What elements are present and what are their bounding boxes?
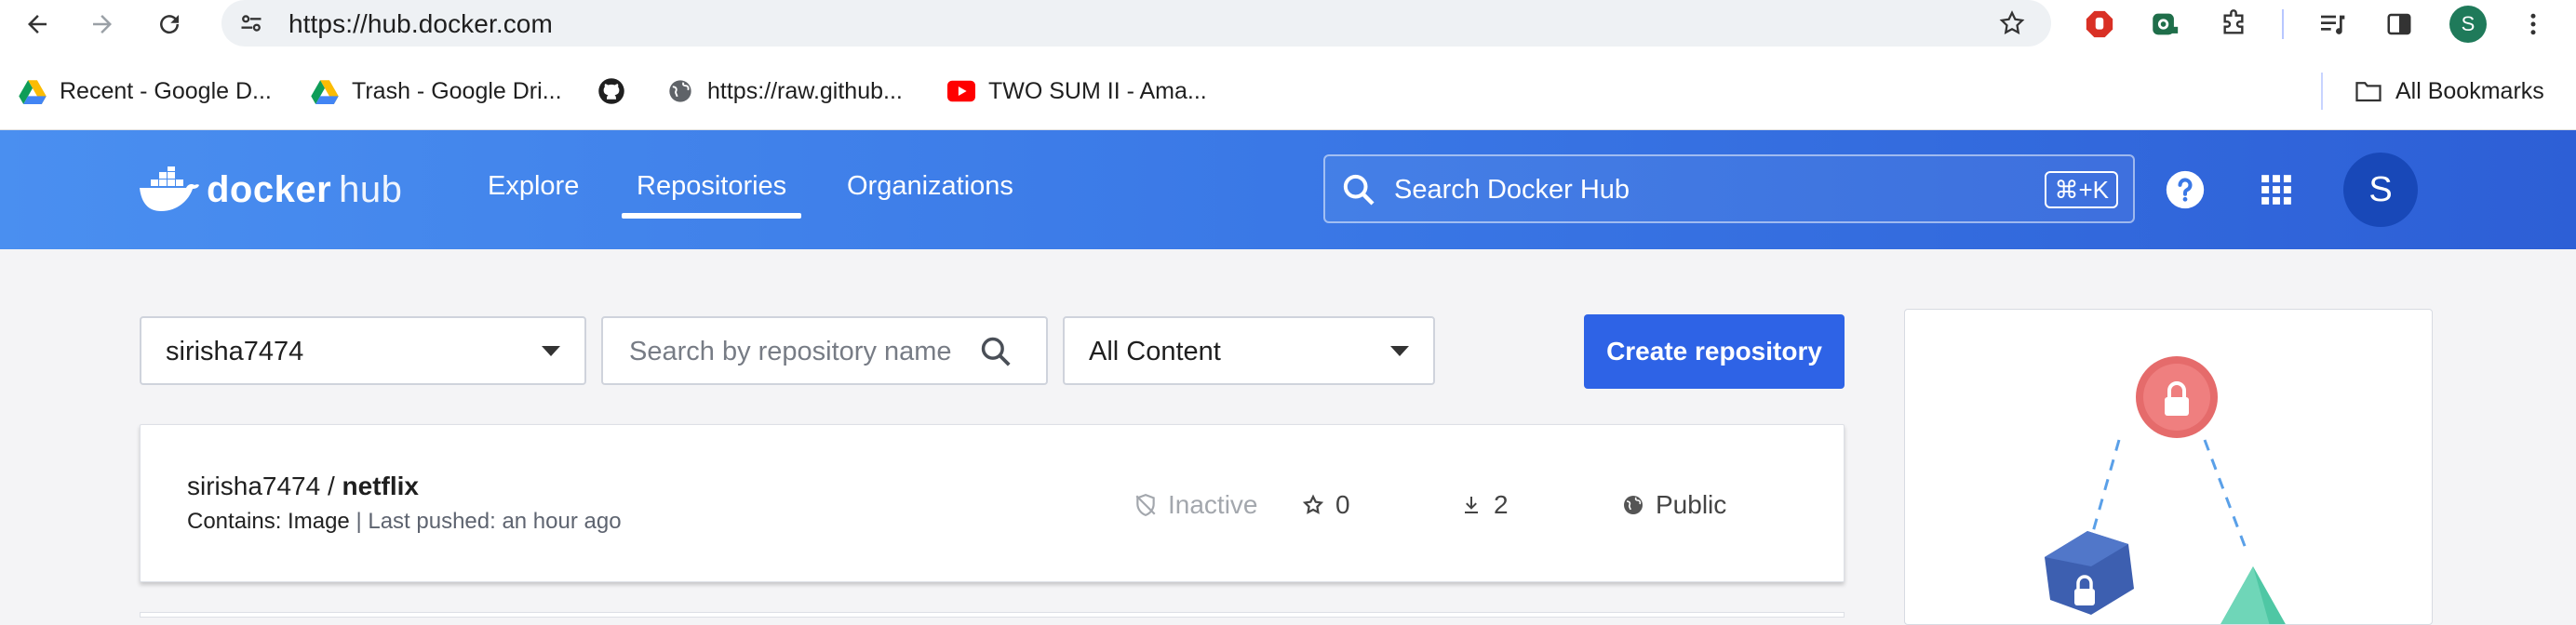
content-filter-value: All Content [1089, 337, 1221, 366]
chevron-down-icon [1390, 346, 1409, 356]
repository-card[interactable]: sirisha7474 / netflix Contains: Image | … [140, 424, 1845, 582]
bookmark-recent-google-drive[interactable]: Recent - Google D... [19, 74, 272, 108]
logo-docker-text: docker [207, 168, 332, 210]
next-card-edge [140, 612, 1845, 618]
nav-repositories[interactable]: Repositories [621, 171, 802, 219]
repository-meta: Contains: Image | Last pushed: an hour a… [187, 509, 622, 535]
repository-status-label: Inactive [1168, 490, 1258, 519]
user-avatar[interactable]: S [2343, 153, 2418, 227]
bookmark-trash-google-drive[interactable]: Trash - Google Dri... [311, 74, 562, 108]
side-panel-icon[interactable] [2381, 6, 2418, 43]
site-settings-icon[interactable] [235, 7, 268, 40]
search-icon [1338, 169, 1379, 210]
youtube-icon [947, 77, 975, 105]
help-icon[interactable] [2161, 166, 2209, 214]
profile-avatar[interactable]: S [2449, 6, 2487, 43]
repository-stars: 0 [1300, 488, 1350, 522]
chevron-down-icon [542, 346, 560, 356]
repository-separator: / [320, 472, 342, 500]
bookmark-label: Recent - Google D... [60, 77, 272, 104]
namespace-value: sirisha7474 [166, 337, 304, 366]
promo-panel [1904, 309, 2433, 625]
docker-hub-logo[interactable]: docker hub [138, 162, 402, 218]
bookmarks-divider [2321, 73, 2323, 110]
namespace-select[interactable]: sirisha7474 [140, 316, 586, 385]
repository-last-pushed: | Last pushed: an hour ago [356, 509, 622, 534]
bookmark-github[interactable] [597, 74, 638, 108]
bookmark-raw-github[interactable]: https://raw.github... [666, 74, 903, 108]
repository-visibility: Public [1620, 488, 1726, 522]
google-drive-icon [19, 77, 47, 105]
docker-whale-icon [140, 166, 199, 211]
globe-icon [1620, 492, 1646, 518]
repository-visibility-label: Public [1656, 490, 1727, 519]
logo-hub-text: hub [339, 168, 403, 210]
docker-hub-header: docker hub Explore Repositories Organiza… [0, 130, 2576, 249]
bookmark-label: TWO SUM II - Ama... [988, 77, 1207, 104]
all-bookmarks-label: All Bookmarks [2395, 77, 2544, 104]
reload-icon[interactable] [149, 4, 190, 45]
globe-icon [666, 77, 694, 105]
repository-search-placeholder: Search by repository name [629, 337, 952, 366]
more-options-icon[interactable] [2515, 6, 2552, 43]
back-icon[interactable] [17, 4, 58, 45]
reading-list-icon[interactable] [2314, 6, 2351, 43]
security-illustration [2045, 356, 2286, 624]
nav-explore[interactable]: Explore [488, 171, 579, 202]
toolbar-divider [2282, 9, 2284, 39]
all-bookmarks-button[interactable]: All Bookmarks [2355, 74, 2544, 108]
repository-title[interactable]: sirisha7474 / netflix [187, 472, 419, 501]
search-icon [977, 333, 1014, 370]
search-placeholder: Search Docker Hub [1394, 175, 1630, 205]
repository-contains: Contains: Image [187, 509, 350, 534]
inactive-shield-icon [1133, 492, 1159, 518]
forward-icon[interactable] [82, 4, 123, 45]
extensions-puzzle-icon[interactable] [2215, 6, 2252, 43]
repository-pulls: 2 [1458, 488, 1509, 522]
repository-name: netflix [342, 472, 420, 500]
bookmark-label: https://raw.github... [707, 77, 903, 104]
profile-initial: S [2449, 6, 2487, 43]
content-filter-select[interactable]: All Content [1063, 316, 1435, 385]
star-icon [1300, 492, 1326, 518]
github-icon [597, 77, 625, 105]
bookmark-star-icon[interactable] [1995, 7, 2029, 40]
adblock-extension-icon[interactable] [2081, 6, 2118, 43]
browser-toolbar: https://hub.docker.com S [0, 0, 2576, 48]
screen-capture-extension-icon[interactable] [2146, 6, 2183, 43]
search-shortcut-badge: ⌘+K [2045, 171, 2118, 208]
repository-stars-count: 0 [1335, 490, 1350, 519]
url-text[interactable]: https://hub.docker.com [288, 9, 553, 39]
bookmark-two-sum-video[interactable]: TWO SUM II - Ama... [947, 74, 1207, 108]
apps-grid-icon[interactable] [2252, 166, 2301, 214]
bookmarks-bar: Recent - Google D... Trash - Google Dri.… [0, 48, 2576, 130]
repository-status: Inactive [1133, 488, 1258, 522]
nav-organizations[interactable]: Organizations [847, 171, 1013, 202]
docker-hub-search[interactable]: Search Docker Hub ⌘+K [1323, 154, 2135, 223]
repository-search-input[interactable]: Search by repository name [601, 316, 1048, 385]
repository-pulls-count: 2 [1494, 490, 1509, 519]
download-icon [1458, 492, 1484, 518]
repository-namespace: sirisha7474 [187, 472, 321, 500]
address-bar[interactable]: https://hub.docker.com [221, 0, 2051, 47]
google-drive-icon [311, 77, 339, 105]
create-repository-button[interactable]: Create repository [1584, 314, 1845, 389]
bookmark-label: Trash - Google Dri... [352, 77, 562, 104]
folder-icon [2355, 77, 2382, 105]
